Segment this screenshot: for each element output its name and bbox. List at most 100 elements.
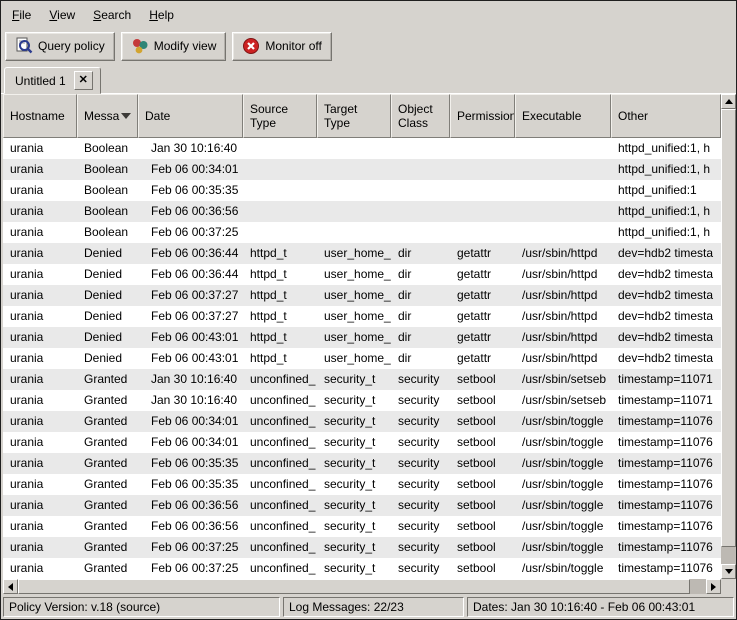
vertical-scrollbar-thumb[interactable]	[721, 109, 736, 547]
column-header-other[interactable]: Other	[611, 94, 721, 138]
column-header-source-type[interactable]: Source Type	[243, 94, 317, 138]
table-row[interactable]: urania Denied Feb 06 00:36:44 httpd_t us…	[3, 243, 721, 264]
cell-hostname: urania	[3, 159, 77, 180]
column-header-message[interactable]: Messa	[77, 94, 138, 138]
table-row[interactable]: urania Denied Feb 06 00:43:01 httpd_t us…	[3, 348, 721, 369]
table-row[interactable]: urania Granted Jan 30 10:16:40 unconfine…	[3, 390, 721, 411]
menu-search[interactable]: Search	[84, 3, 140, 27]
cell-message: Granted	[77, 411, 138, 432]
column-header-object-class[interactable]: Object Class	[391, 94, 450, 138]
cell-permission: setbool	[450, 432, 515, 453]
cell-hostname: urania	[3, 348, 77, 369]
status-policy-version: Policy Version: v.18 (source)	[3, 597, 280, 617]
vertical-scrollbar-trough[interactable]	[721, 547, 736, 564]
table-row[interactable]: urania Boolean Feb 06 00:35:35 httpd_uni…	[3, 180, 721, 201]
table-row[interactable]: urania Denied Feb 06 00:37:27 httpd_t us…	[3, 285, 721, 306]
cell-hostname: urania	[3, 264, 77, 285]
column-header-hostname[interactable]: Hostname	[3, 94, 77, 138]
table-row[interactable]: urania Denied Feb 06 00:37:27 httpd_t us…	[3, 306, 721, 327]
cell-message: Denied	[77, 306, 138, 327]
cell-executable: /usr/sbin/toggle	[515, 516, 611, 537]
cell-target-type: security_t	[317, 558, 391, 579]
cell-source-type: unconfined_	[243, 474, 317, 495]
scroll-down-icon	[725, 569, 733, 574]
cell-target-type: user_home_	[317, 306, 391, 327]
column-header-date[interactable]: Date	[138, 94, 243, 138]
query-policy-button[interactable]: Query policy	[5, 32, 115, 61]
modify-view-icon	[131, 37, 149, 55]
cell-target-type	[317, 201, 391, 222]
table-row[interactable]: urania Boolean Feb 06 00:34:01 httpd_uni…	[3, 159, 721, 180]
cell-object-class: dir	[391, 243, 450, 264]
audit-log-window: File View Search Help Query policy	[0, 0, 737, 620]
column-header-label: Permission	[457, 109, 515, 123]
column-header-permission[interactable]: Permission	[450, 94, 515, 138]
close-icon: ✕	[79, 75, 88, 86]
scroll-right-button[interactable]	[706, 579, 721, 594]
modify-view-button[interactable]: Modify view	[121, 32, 227, 61]
cell-executable	[515, 159, 611, 180]
scroll-left-button[interactable]	[3, 579, 18, 594]
table-row[interactable]: urania Granted Feb 06 00:37:25 unconfine…	[3, 537, 721, 558]
monitor-off-button[interactable]: Monitor off	[232, 32, 331, 61]
cell-other: timestamp=11076	[611, 453, 721, 474]
table-row[interactable]: urania Denied Feb 06 00:43:01 httpd_t us…	[3, 327, 721, 348]
horizontal-scrollbar[interactable]	[3, 579, 721, 594]
vertical-scrollbar[interactable]	[721, 94, 736, 579]
cell-permission: getattr	[450, 243, 515, 264]
table-row[interactable]: urania Granted Jan 30 10:16:40 unconfine…	[3, 369, 721, 390]
tab-untitled-1[interactable]: Untitled 1 ✕	[4, 67, 101, 94]
table-row[interactable]: urania Boolean Feb 06 00:36:56 httpd_uni…	[3, 201, 721, 222]
status-policy-version-text: Policy Version: v.18 (source)	[9, 600, 160, 614]
table-row[interactable]: urania Denied Feb 06 00:36:44 httpd_t us…	[3, 264, 721, 285]
cell-message: Boolean	[77, 180, 138, 201]
cell-object-class: security	[391, 474, 450, 495]
scroll-up-icon	[725, 99, 733, 104]
menu-view[interactable]: View	[40, 3, 84, 27]
cell-object-class: security	[391, 558, 450, 579]
cell-hostname: urania	[3, 432, 77, 453]
cell-target-type: security_t	[317, 516, 391, 537]
cell-date: Jan 30 10:16:40	[138, 390, 243, 411]
table-row[interactable]: urania Granted Feb 06 00:34:01 unconfine…	[3, 411, 721, 432]
cell-date: Feb 06 00:34:01	[138, 159, 243, 180]
scroll-right-icon	[711, 583, 716, 591]
table-row[interactable]: urania Boolean Jan 30 10:16:40 httpd_uni…	[3, 138, 721, 159]
cell-executable: /usr/sbin/toggle	[515, 495, 611, 516]
cell-source-type	[243, 180, 317, 201]
scroll-down-button[interactable]	[721, 564, 736, 579]
tab-close-button[interactable]: ✕	[74, 71, 93, 90]
horizontal-scrollbar-trough[interactable]	[690, 579, 706, 594]
cell-permission	[450, 201, 515, 222]
cell-permission: setbool	[450, 495, 515, 516]
cell-other: dev=hdb2 timesta	[611, 264, 721, 285]
table-row[interactable]: urania Granted Feb 06 00:36:56 unconfine…	[3, 516, 721, 537]
cell-executable: /usr/sbin/httpd	[515, 264, 611, 285]
table-row[interactable]: urania Boolean Feb 06 00:37:25 httpd_uni…	[3, 222, 721, 243]
cell-source-type: unconfined_	[243, 390, 317, 411]
table-row[interactable]: urania Granted Feb 06 00:37:25 unconfine…	[3, 558, 721, 579]
column-header-executable[interactable]: Executable	[515, 94, 611, 138]
menu-file[interactable]: File	[3, 3, 40, 27]
table-row[interactable]: urania Granted Feb 06 00:35:35 unconfine…	[3, 474, 721, 495]
table-row[interactable]: urania Granted Feb 06 00:35:35 unconfine…	[3, 453, 721, 474]
table-row[interactable]: urania Granted Feb 06 00:36:56 unconfine…	[3, 495, 721, 516]
cell-object-class: security	[391, 369, 450, 390]
menu-help[interactable]: Help	[140, 3, 183, 27]
cell-other: timestamp=11076	[611, 411, 721, 432]
cell-object-class: dir	[391, 264, 450, 285]
cell-target-type	[317, 138, 391, 159]
cell-target-type: user_home_	[317, 243, 391, 264]
cell-permission: setbool	[450, 474, 515, 495]
status-dates: Dates: Jan 30 10:16:40 - Feb 06 00:43:01	[467, 597, 734, 617]
horizontal-scrollbar-thumb[interactable]	[18, 579, 690, 594]
cell-source-type: unconfined_	[243, 537, 317, 558]
column-header-target-type[interactable]: Target Type	[317, 94, 391, 138]
cell-permission: setbool	[450, 516, 515, 537]
cell-hostname: urania	[3, 453, 77, 474]
scroll-up-button[interactable]	[721, 94, 736, 109]
cell-other: timestamp=11071	[611, 369, 721, 390]
cell-target-type: user_home_	[317, 327, 391, 348]
table-row[interactable]: urania Granted Feb 06 00:34:01 unconfine…	[3, 432, 721, 453]
cell-hostname: urania	[3, 516, 77, 537]
